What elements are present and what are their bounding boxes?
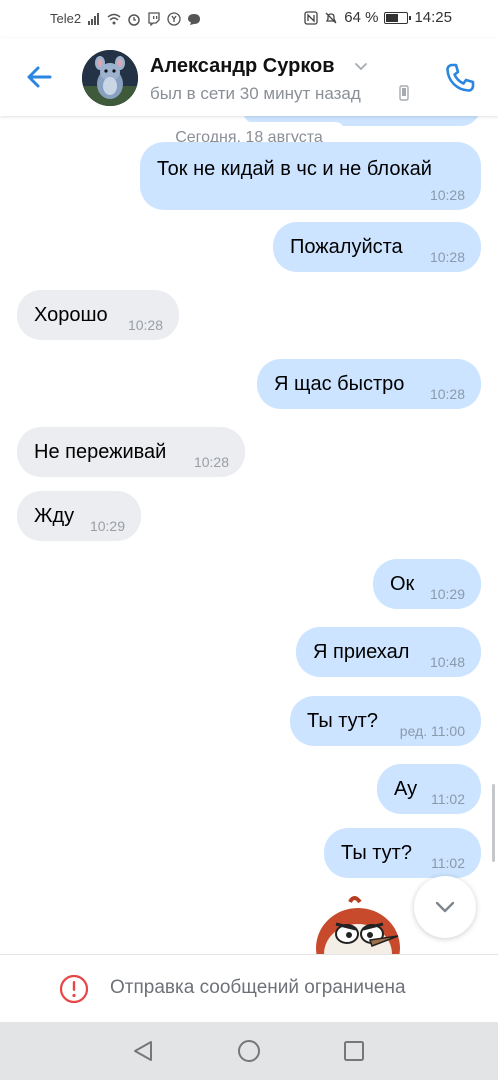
status-bar: Tele2 64 % 14:25 [0,0,498,38]
status-right: 64 % 14:25 [304,9,452,26]
message-bubble-incoming[interactable]: Не переживай 10:28 [17,427,245,477]
message-time: 10:28 [127,317,163,333]
chat-header: Александр Сурков был в сети 30 минут наз… [0,38,498,116]
message-bubble-outgoing[interactable]: Ок 10:29 [373,559,481,609]
message-bubble-outgoing[interactable]: Ты тут? ред. 11:00 [290,696,481,746]
message-text: Не переживай [34,441,167,463]
triangle-back-icon[interactable] [131,1039,155,1063]
last-seen-status: был в сети 30 минут назад [150,84,361,103]
message-bubble-incoming[interactable]: Жду 10:29 [17,491,141,541]
system-navigation-bar [0,1022,498,1080]
scroll-to-bottom-button[interactable] [414,876,476,938]
message-time: 10:28 [429,386,465,402]
nfc-icon [304,10,318,25]
restriction-message: Отправка сообщений ограничена [110,977,406,998]
chevron-down-icon [435,901,455,913]
circle-home-icon[interactable] [237,1039,261,1063]
message-time: ред. 11:00 [399,723,465,739]
sticker-image[interactable] [310,896,406,954]
message-text: Ау [394,778,418,800]
phone-call-icon[interactable] [442,60,478,96]
message-time: 10:29 [429,586,465,602]
message-text: Ок [390,573,415,595]
avatar-character-image [82,50,138,106]
message-text: Пожалуйста [290,236,403,258]
message-time: 10:48 [429,654,465,670]
messaging-restricted-bar: Отправка сообщений ограничена [0,954,498,1022]
message-bubble-outgoing[interactable]: Ау 11:02 [377,764,481,814]
bell-off-icon [325,12,337,23]
message-bubble-incoming[interactable]: Хорошо 10:28 [17,290,179,340]
square-recent-icon[interactable] [343,1040,365,1062]
wifi-icon [107,13,121,24]
status-left: Tele2 [50,11,201,26]
chevron-down-icon[interactable] [354,60,368,74]
alert-circle-icon [59,974,89,1004]
contact-name[interactable]: Александр Сурков [150,55,335,78]
twitch-icon [148,11,160,26]
message-text: Хорошо [34,304,108,326]
scrollbar-thumb[interactable] [492,784,495,862]
message-text: Жду [34,505,75,527]
message-time: 11:02 [431,791,465,807]
message-bubble-outgoing[interactable]: Я приехал 10:48 [296,627,481,677]
message-time: 10:28 [429,249,465,265]
message-bubble-outgoing[interactable]: Пожалуйста 10:28 [273,222,481,272]
message-text: Ток не кидай в чс и не блокай [157,158,432,180]
message-time: 10:29 [89,518,125,534]
battery-percent: 64 % [344,9,379,26]
battery-icon [384,11,412,24]
message-bubble-outgoing[interactable]: Я щас быстро 10:28 [257,359,481,409]
yandex-icon [167,11,181,26]
mobile-device-icon [399,85,409,101]
signal-icon [88,12,100,25]
message-text: Я приехал [313,641,410,663]
alarm-icon [128,13,140,26]
message-time: 11:02 [431,855,465,871]
message-bubble-outgoing[interactable]: Ты тут? 11:02 [324,828,481,878]
message-list[interactable]: Сегодня, 18 августа Ток не кидай в чс и … [0,116,498,954]
message-time: 10:28 [429,187,465,203]
clock: 14:25 [414,9,452,26]
carrier-name: Tele2 [50,11,82,26]
battery-level-fill [386,13,399,22]
back-arrow-icon[interactable] [22,60,56,94]
message-text: Ты тут? [307,710,378,732]
chat-bubble-icon [188,13,201,25]
message-bubble-outgoing[interactable]: Ток не кидай в чс и не блокай 10:28 [140,142,481,210]
message-text: Я щас быстро [274,373,405,395]
message-time: 10:28 [193,454,229,470]
message-text: Ты тут? [341,842,412,864]
avatar[interactable] [82,50,138,106]
